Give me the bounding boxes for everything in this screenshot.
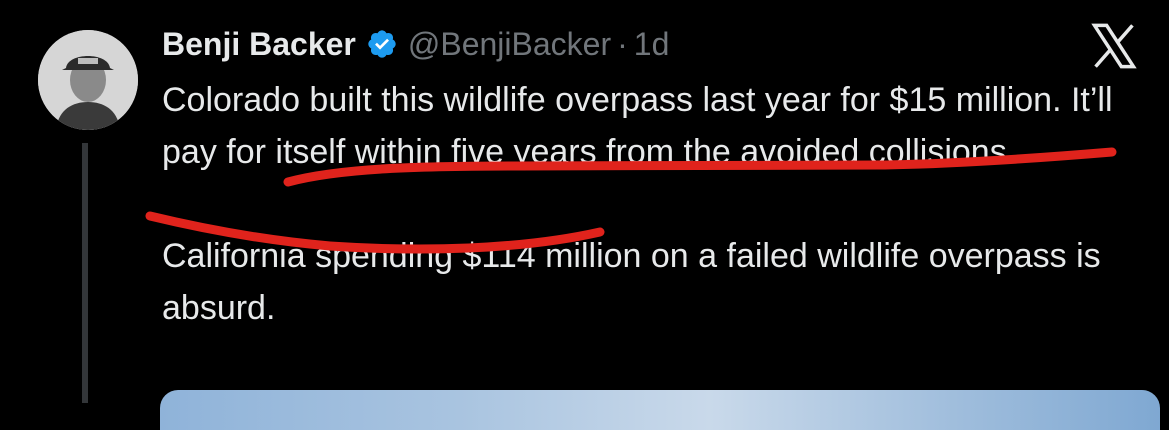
avatar-image [38, 30, 138, 130]
tweet-paragraph-1: Colorado built this wildlife overpass la… [162, 81, 1113, 171]
avatar[interactable] [38, 30, 138, 130]
tweet-timestamp[interactable]: 1d [634, 26, 670, 63]
header-separator: · [617, 25, 628, 62]
tweet-header: Benji Backer @BenjiBacker · 1d [162, 24, 669, 64]
x-logo-icon [1091, 23, 1137, 69]
thread-line [82, 143, 88, 403]
tweet-paragraph-2: California spending $114 million on a fa… [162, 237, 1101, 327]
tweet-text: Colorado built this wildlife overpass la… [162, 74, 1142, 334]
author-name[interactable]: Benji Backer [162, 26, 356, 63]
author-handle[interactable]: @BenjiBacker [408, 26, 611, 63]
verified-badge-icon [368, 30, 396, 58]
media-preview[interactable] [160, 390, 1160, 430]
